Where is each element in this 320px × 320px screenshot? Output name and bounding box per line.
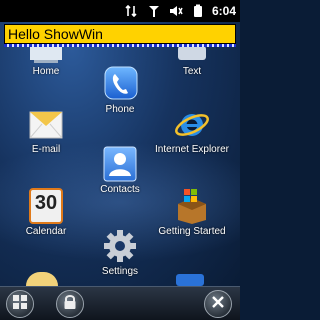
tile-contacts[interactable]: Contacts	[92, 144, 148, 195]
start-icon	[12, 294, 28, 315]
tile-label: Contacts	[100, 184, 140, 195]
calendar-day: 30	[34, 192, 58, 214]
tile-label: Internet Explorer	[155, 144, 229, 155]
internet-explorer-icon	[172, 104, 212, 144]
signal-icon[interactable]	[146, 4, 162, 18]
tile-label: Settings	[101, 266, 139, 277]
battery-icon[interactable]	[190, 4, 206, 18]
tile-label: Calendar	[25, 226, 67, 237]
contacts-icon	[100, 144, 140, 184]
text-icon	[172, 46, 212, 66]
status-bar: 6:04	[0, 0, 240, 22]
close-icon	[210, 294, 226, 315]
title-bar: Hello ShowWin	[4, 24, 236, 44]
calendar-icon: 30	[26, 186, 66, 226]
settings-icon	[100, 226, 140, 266]
getting-started-icon	[172, 186, 212, 226]
tile-getting-started[interactable]: Getting Started	[156, 186, 228, 237]
tile-phone[interactable]: Phone	[92, 64, 148, 115]
tile-label: Getting Started	[158, 226, 226, 237]
soft-key-bar	[0, 286, 240, 320]
title-progress-strip	[4, 44, 236, 47]
tile-calendar[interactable]: 30 Calendar	[18, 186, 74, 237]
volume-icon[interactable]	[168, 4, 184, 18]
data-transfer-icon	[124, 4, 140, 18]
phone-icon	[100, 64, 140, 104]
tile-label: Text	[182, 66, 202, 77]
tile-home[interactable]: Home	[18, 46, 74, 77]
tile-email[interactable]: E-mail	[18, 104, 74, 155]
clock[interactable]: 6:04	[212, 4, 236, 18]
start-screen: Home Text Phone E-mail Internet Explorer…	[0, 22, 240, 286]
tile-label: Home	[32, 66, 60, 77]
title-text: Hello ShowWin	[8, 26, 103, 42]
close-button[interactable]	[204, 290, 232, 318]
partial-icon-left	[26, 272, 58, 286]
tile-text[interactable]: Text	[164, 46, 220, 77]
email-icon	[26, 104, 66, 144]
tile-settings[interactable]: Settings	[92, 226, 148, 277]
partial-icon-right	[176, 274, 204, 286]
tile-internet-explorer[interactable]: Internet Explorer	[155, 104, 229, 155]
tile-label: Phone	[105, 104, 135, 115]
start-button[interactable]	[6, 290, 34, 318]
lock-button[interactable]	[56, 290, 84, 318]
home-icon	[26, 46, 66, 66]
lock-icon	[62, 294, 78, 315]
tile-label: E-mail	[31, 144, 61, 155]
